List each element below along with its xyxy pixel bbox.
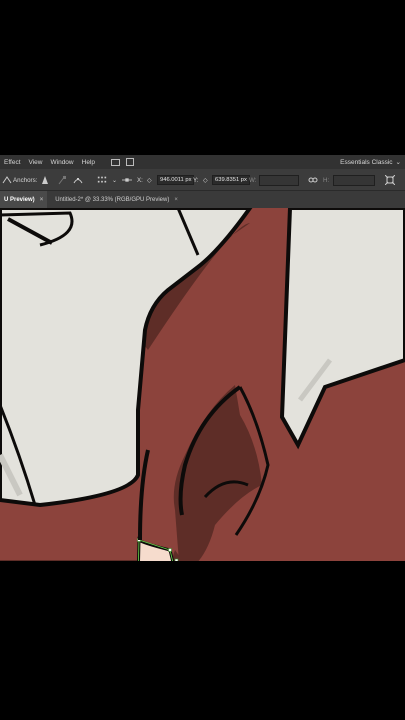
- constrain-link-icon[interactable]: [308, 169, 318, 191]
- menu-window[interactable]: Window: [47, 159, 78, 166]
- close-icon[interactable]: ×: [40, 197, 44, 203]
- w-label: W:: [249, 176, 257, 184]
- cut-path-icon[interactable]: [73, 169, 83, 191]
- x-value: 946.0011 px: [157, 175, 195, 185]
- close-icon[interactable]: ×: [174, 197, 178, 203]
- arrange-documents-icon[interactable]: [111, 158, 120, 166]
- chevron-down-icon: ⌄: [395, 159, 401, 166]
- align-icon[interactable]: [97, 169, 107, 191]
- h-label: H:: [323, 176, 330, 184]
- tab-document-1[interactable]: U Preview) ×: [0, 191, 48, 208]
- x-stepper-icon[interactable]: ◇: [147, 169, 152, 191]
- transform-icon[interactable]: [385, 169, 395, 191]
- anchor-point-icon[interactable]: [122, 169, 132, 191]
- menu-bar: Effect View Window Help Essentials Class…: [0, 155, 405, 169]
- w-field[interactable]: [259, 169, 299, 191]
- document-tabs: U Preview) × Untitled-2* @ 33.33% (RGB/G…: [0, 191, 405, 208]
- menu-help[interactable]: Help: [78, 159, 99, 166]
- anchor-point[interactable]: [168, 548, 172, 552]
- control-bar: Anchors: ⌄ X: ◇ 946.0011 px Y: ◇ 639.835…: [0, 169, 405, 191]
- tab-label: U Preview): [4, 196, 35, 203]
- y-stepper-icon[interactable]: ◇: [203, 169, 208, 191]
- artboard-canvas[interactable]: [0, 208, 405, 561]
- menu-view[interactable]: View: [25, 159, 47, 166]
- illustration-artwork: [0, 208, 405, 561]
- gpu-performance-icon[interactable]: [126, 158, 134, 166]
- anchors-label: Anchors:: [13, 176, 38, 184]
- tab-label: Untitled-2* @ 33.33% (RGB/GPU Preview): [55, 196, 170, 203]
- anchor-point[interactable]: [174, 558, 179, 561]
- w-value-empty: [259, 174, 299, 186]
- workspace-switcher[interactable]: Essentials Classic ⌄: [340, 155, 401, 169]
- y-value: 639.8351 px: [212, 175, 250, 185]
- anchor-convert-icon[interactable]: [2, 169, 12, 191]
- remove-anchor-icon[interactable]: [57, 169, 67, 191]
- h-field[interactable]: [333, 169, 375, 191]
- h-value-empty: [333, 174, 375, 186]
- x-label: X:: [137, 176, 143, 184]
- tab-document-2[interactable]: Untitled-2* @ 33.33% (RGB/GPU Preview) ×: [47, 191, 182, 208]
- y-field[interactable]: 639.8351 px: [212, 169, 250, 191]
- illustrator-window: Effect View Window Help Essentials Class…: [0, 155, 405, 561]
- menu-effect[interactable]: Effect: [0, 159, 25, 166]
- shadow-area: [0, 560, 140, 561]
- workspace-label: Essentials Classic: [340, 158, 393, 166]
- chevron-down-icon[interactable]: ⌄: [112, 169, 117, 191]
- y-label: Y:: [193, 176, 199, 184]
- x-field[interactable]: 946.0011 px: [157, 169, 195, 191]
- pen-anchor-icon[interactable]: [40, 169, 50, 191]
